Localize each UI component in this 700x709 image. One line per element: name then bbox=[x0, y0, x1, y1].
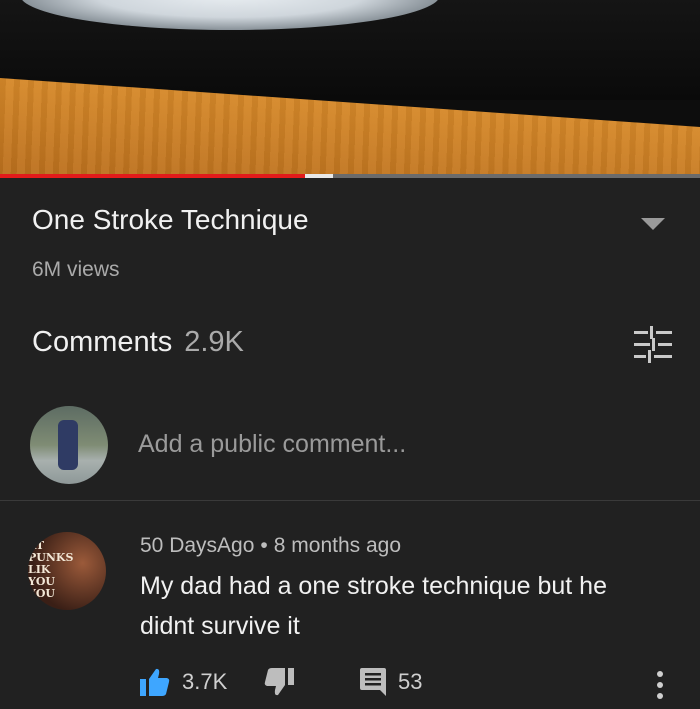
reply-count: 53 bbox=[398, 669, 423, 694]
reply-button[interactable]: 53 bbox=[360, 668, 422, 696]
sort-comments-button[interactable] bbox=[632, 326, 674, 364]
progress-played bbox=[0, 174, 305, 178]
thumbs-up-icon bbox=[140, 668, 170, 696]
progress-buffered bbox=[304, 174, 333, 178]
user-avatar[interactable] bbox=[30, 406, 108, 484]
video-player[interactable] bbox=[0, 0, 700, 178]
expand-description-button[interactable] bbox=[636, 212, 670, 236]
avatar-figure bbox=[58, 420, 78, 470]
meta-separator: • bbox=[260, 534, 268, 557]
divider bbox=[0, 500, 700, 501]
comments-header[interactable]: Comments 2.9K bbox=[32, 326, 244, 359]
like-button[interactable]: 3.7K bbox=[140, 668, 227, 696]
progress-bar[interactable] bbox=[0, 174, 700, 178]
view-count: 6M views bbox=[32, 258, 120, 281]
comment-author[interactable]: 50 DaysAgo bbox=[140, 534, 254, 557]
comments-count: 2.9K bbox=[184, 326, 244, 358]
commenter-avatar[interactable]: AT PUNKS LIK YOU YOU bbox=[28, 532, 106, 610]
chevron-down-icon bbox=[641, 218, 665, 230]
comment-meta: 50 DaysAgo • 8 months ago bbox=[140, 534, 401, 558]
like-count: 3.7K bbox=[182, 669, 228, 694]
thumbs-down-icon bbox=[264, 668, 294, 696]
comments-label: Comments bbox=[32, 326, 173, 358]
comment-more-button[interactable] bbox=[650, 668, 670, 704]
more-vert-icon bbox=[657, 671, 663, 699]
video-title: One Stroke Technique bbox=[32, 204, 309, 235]
add-comment-input[interactable]: Add a public comment... bbox=[138, 430, 406, 459]
comment-time: 8 months ago bbox=[273, 534, 402, 557]
avatar-lettering: AT PUNKS LIK YOU YOU bbox=[28, 539, 74, 600]
comment-reply-icon bbox=[360, 668, 386, 696]
comment-text: My dad had a one stroke technique but he… bbox=[140, 572, 607, 640]
filter-sliders-icon bbox=[634, 326, 672, 363]
comment-actions: 3.7K 53 bbox=[140, 668, 680, 704]
dislike-button[interactable] bbox=[264, 668, 294, 696]
